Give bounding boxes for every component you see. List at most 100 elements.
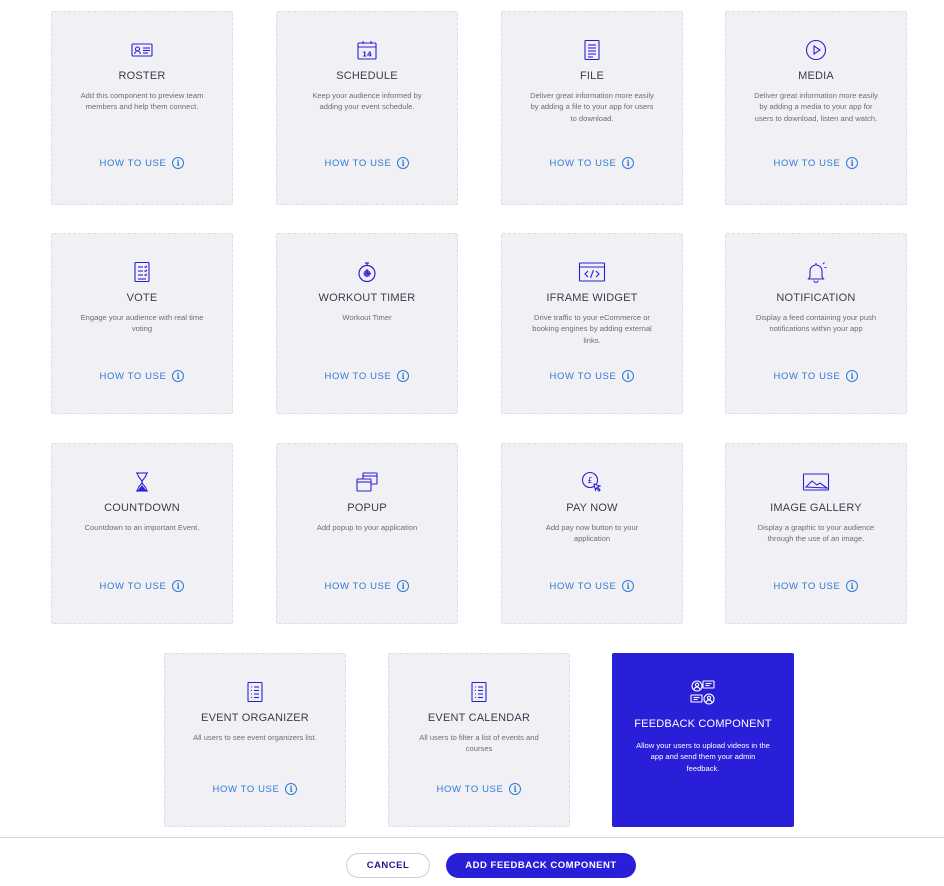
info-icon[interactable]: i [622,157,635,169]
card-description: Workout Timer [342,313,392,322]
calendar-icon: 14 [355,38,379,62]
popup-icon [355,470,379,494]
card-description: Countdown to an important Event. [84,523,200,532]
card-description: Allow your users to upload videos in the… [636,741,770,773]
card-description: All users to see event organizers list. [193,733,317,742]
component-card-workout-timer[interactable]: WORKOUT TIMER Workout Timer HOW TO USE i [276,233,458,414]
image-icon [802,470,830,494]
svg-text:14: 14 [362,51,372,59]
component-card-feedback-component[interactable]: FEEDBACK COMPONENT Allow your users to u… [612,653,794,827]
info-icon[interactable]: i [172,370,185,382]
how-to-use-label: HOW TO USE [773,157,841,169]
card-title: COUNTDOWN [104,502,180,514]
pay-icon: £ [580,470,604,494]
hourglass-icon [130,470,154,494]
card-description: Display a feed containing your push noti… [755,313,877,334]
stopwatch-icon [355,260,379,284]
component-card-roster[interactable]: ROSTER Add this component to preview tea… [51,11,233,205]
card-title: SCHEDULE [336,70,398,82]
component-card-event-organizer[interactable]: EVENT ORGANIZER All users to see event o… [164,653,346,827]
card-description: Add pay now button to your application [545,523,639,544]
how-to-use-link[interactable]: HOW TO USE i [726,157,906,169]
card-title: IMAGE GALLERY [770,502,862,514]
bell-icon [804,260,828,284]
add-feedback-component-button[interactable]: ADD FEEDBACK COMPONENT [446,853,636,878]
code-icon [578,260,606,284]
info-icon[interactable]: i [622,580,635,592]
how-to-use-link[interactable]: HOW TO USE i [165,783,345,795]
component-card-countdown[interactable]: COUNTDOWN Countdown to an important Even… [51,443,233,624]
how-to-use-label: HOW TO USE [99,580,167,592]
card-title: MEDIA [798,70,834,82]
component-card-notification[interactable]: NOTIFICATION Display a feed containing y… [725,233,907,414]
component-card-image-gallery[interactable]: IMAGE GALLERY Display a graphic to your … [725,443,907,624]
how-to-use-link[interactable]: HOW TO USE i [52,157,232,169]
how-to-use-link[interactable]: HOW TO USE i [277,157,457,169]
card-title: FEEDBACK COMPONENT [634,718,772,730]
how-to-use-link[interactable]: HOW TO USE i [502,370,682,382]
component-card-popup[interactable]: POPUP Add popup to your application HOW … [276,443,458,624]
play-icon [804,38,828,62]
component-card-vote[interactable]: VOTE Engage your audience with real time… [51,233,233,414]
how-to-use-label: HOW TO USE [773,370,841,382]
file-icon [580,38,604,62]
component-card-pay-now[interactable]: £ PAY NOW Add pay now button to your app… [501,443,683,624]
card-title: POPUP [347,502,387,514]
list-icon [243,680,267,704]
how-to-use-link[interactable]: HOW TO USE i [389,783,569,795]
info-icon[interactable]: i [622,370,635,382]
component-card-file[interactable]: FILE Deliver great information more easi… [501,11,683,205]
how-to-use-label: HOW TO USE [324,370,392,382]
info-icon[interactable]: i [397,370,410,382]
how-to-use-link[interactable]: HOW TO USE i [277,370,457,382]
card-title: FILE [579,70,605,82]
cancel-button[interactable]: CANCEL [346,853,430,878]
info-icon[interactable]: i [397,157,410,169]
component-card-media[interactable]: MEDIA Deliver great information more eas… [725,11,907,205]
svg-text:£: £ [587,476,592,485]
how-to-use-link[interactable]: HOW TO USE i [277,580,457,592]
roster-icon [130,38,154,62]
how-to-use-link[interactable]: HOW TO USE i [52,580,232,592]
how-to-use-label: HOW TO USE [324,157,392,169]
how-to-use-label: HOW TO USE [99,157,167,169]
how-to-use-link[interactable]: HOW TO USE i [726,580,906,592]
info-icon[interactable]: i [509,783,522,795]
info-icon[interactable]: i [172,580,185,592]
how-to-use-link[interactable]: HOW TO USE i [502,157,682,169]
vote-icon [130,260,154,284]
card-description: Display a graphic to your audience throu… [757,523,875,544]
info-icon[interactable]: i [846,580,859,592]
card-description: Deliver great information more easily by… [754,91,878,123]
card-description: Engage your audience with real time voti… [80,313,204,334]
card-title: IFRAME WIDGET [546,292,638,304]
card-description: Add popup to your application [316,523,418,532]
card-description: Add this component to preview team membe… [80,91,204,112]
info-icon[interactable]: i [846,157,859,169]
how-to-use-label: HOW TO USE [549,157,617,169]
card-description: All users to filter a list of events and… [419,733,539,754]
feedback-icon [688,678,718,708]
how-to-use-label: HOW TO USE [549,580,617,592]
list-icon [467,680,491,704]
info-icon[interactable]: i [846,370,859,382]
component-card-event-calendar[interactable]: EVENT CALENDAR All users to filter a lis… [388,653,570,827]
component-card-schedule[interactable]: 14 SCHEDULE Keep your audience informed … [276,11,458,205]
card-title: EVENT ORGANIZER [201,712,309,724]
card-description: Deliver great information more easily by… [530,91,654,123]
how-to-use-link[interactable]: HOW TO USE i [502,580,682,592]
how-to-use-link[interactable]: HOW TO USE i [726,370,906,382]
card-title: WORKOUT TIMER [318,292,416,304]
how-to-use-label: HOW TO USE [324,580,392,592]
card-description: Drive traffic to your eCommerce or booki… [532,313,652,345]
info-icon[interactable]: i [397,580,410,592]
info-icon[interactable]: i [172,157,185,169]
how-to-use-label: HOW TO USE [773,580,841,592]
component-card-iframe-widget[interactable]: IFRAME WIDGET Drive traffic to your eCom… [501,233,683,414]
info-icon[interactable]: i [285,783,298,795]
card-title: NOTIFICATION [776,292,856,304]
card-title: ROSTER [118,70,166,82]
how-to-use-label: HOW TO USE [212,783,280,795]
how-to-use-label: HOW TO USE [99,370,167,382]
how-to-use-link[interactable]: HOW TO USE i [52,370,232,382]
